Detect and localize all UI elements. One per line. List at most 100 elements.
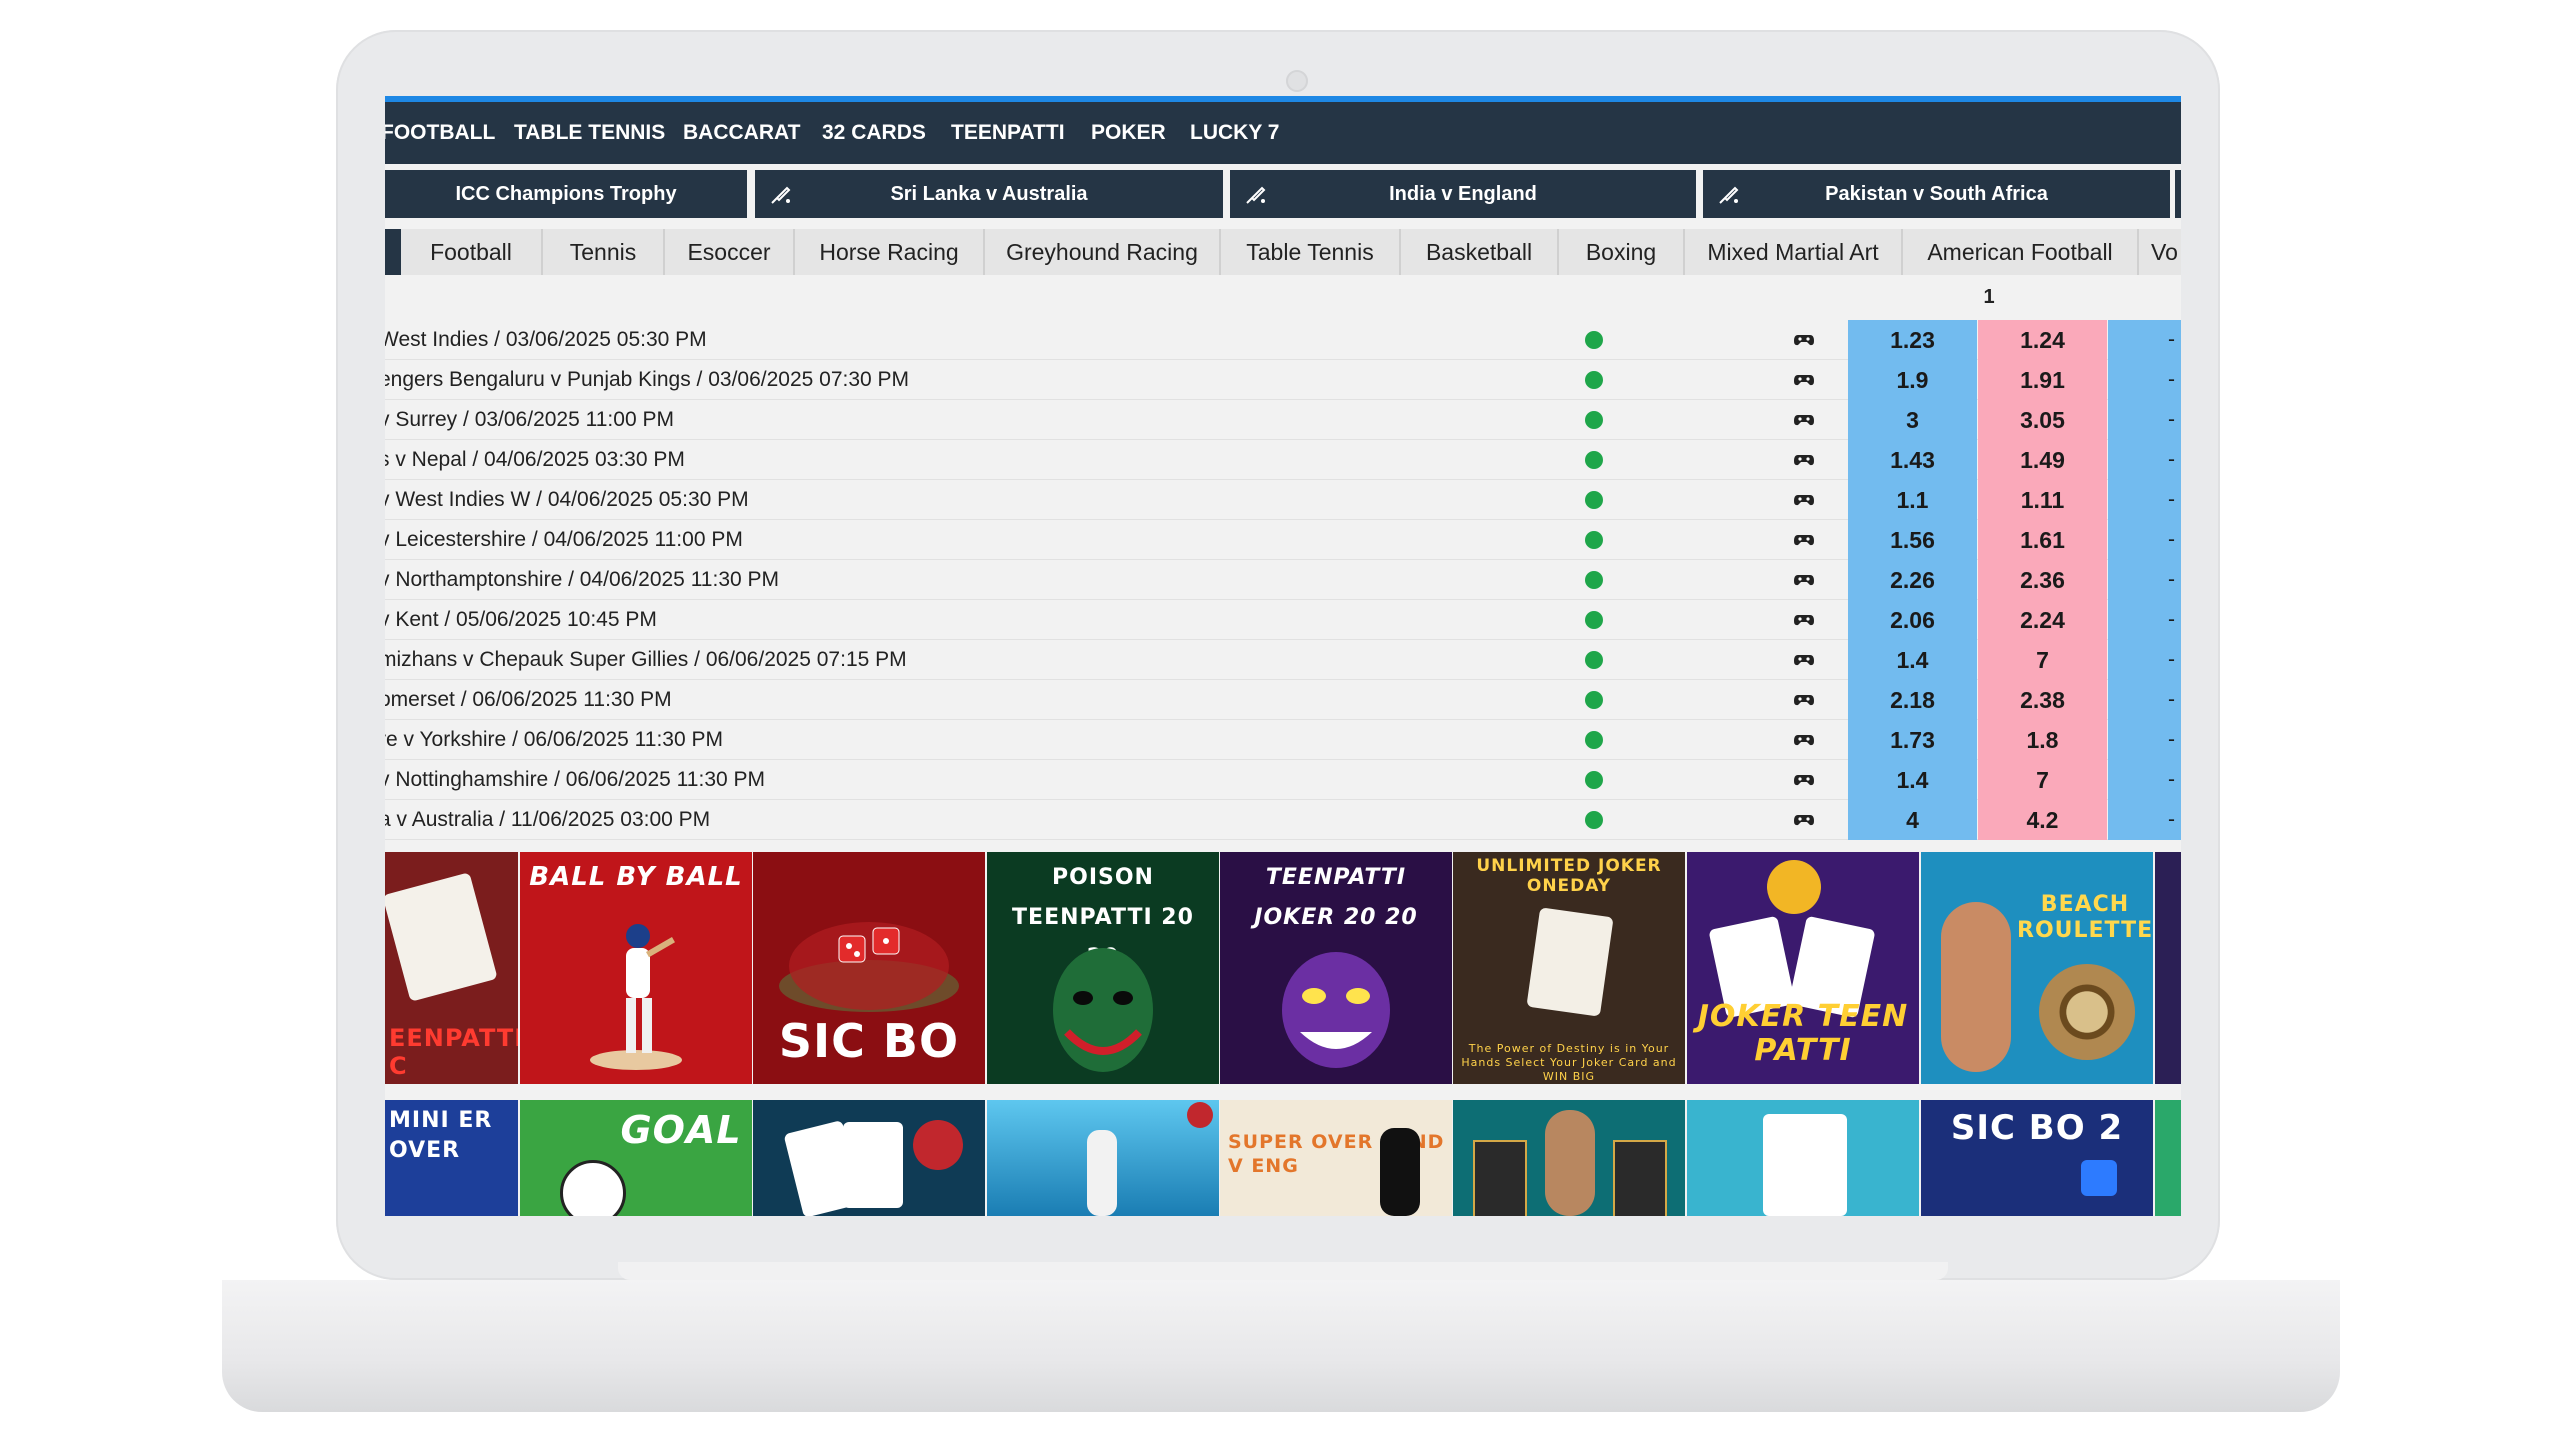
lay-odds[interactable]: 7	[1978, 760, 2107, 800]
lay-odds[interactable]: 1.91	[1978, 360, 2107, 400]
game-tile-sic-bo[interactable]: SIC BO	[753, 852, 985, 1084]
back-odds-x[interactable]: -	[2108, 760, 2181, 800]
back-odds-x[interactable]: -	[2108, 680, 2181, 720]
event-sri-lanka-v-australia[interactable]: Sri Lanka v Australia	[755, 170, 1223, 218]
match-row[interactable]: a v Australia / 11/06/2025 03:00 PM 4 4.…	[385, 800, 2181, 840]
back-odds[interactable]: 3	[1848, 400, 1977, 440]
match-name[interactable]: v Surrey / 03/06/2025 11:00 PM	[385, 400, 674, 440]
lay-odds[interactable]: 2.38	[1978, 680, 2107, 720]
tab-boxing[interactable]: Boxing	[1559, 229, 1685, 275]
nav-table-tennis[interactable]: TABLE TENNIS	[514, 102, 665, 164]
game-tile-teenpatti-joker[interactable]: TEENPATTI JOKER 20 20	[1220, 852, 1452, 1084]
back-odds[interactable]: 2.26	[1848, 560, 1977, 600]
game-tile-mini-superover[interactable]: MINI ER OVER	[385, 1100, 518, 1216]
game-tile-cricket[interactable]	[987, 1100, 1219, 1216]
game-tile-casino-queen[interactable]	[1453, 1100, 1685, 1216]
back-odds-x[interactable]: -	[2108, 720, 2181, 760]
event-more-edge[interactable]	[2175, 170, 2181, 218]
lay-odds[interactable]: 3.05	[1978, 400, 2107, 440]
back-odds-x[interactable]: -	[2108, 600, 2181, 640]
back-odds[interactable]: 1.73	[1848, 720, 1977, 760]
nav-teenpatti[interactable]: TEENPATTI	[951, 102, 1065, 164]
tab-volleyball[interactable]: Vo	[2139, 229, 2181, 275]
lay-odds[interactable]: 2.24	[1978, 600, 2107, 640]
back-odds[interactable]: 1.4	[1848, 760, 1977, 800]
match-row[interactable]: v Nottinghamshire / 06/06/2025 11:30 PM …	[385, 760, 2181, 800]
back-odds-x[interactable]: -	[2108, 440, 2181, 480]
back-odds-x[interactable]: -	[2108, 800, 2181, 840]
back-odds-x[interactable]: -	[2108, 560, 2181, 600]
match-row[interactable]: v Kent / 05/06/2025 10:45 PM 2.06 2.24 -	[385, 600, 2181, 640]
game-tile-teenpatti-c[interactable]: EENPATTI C	[385, 852, 518, 1084]
match-name[interactable]: engers Bengaluru v Punjab Kings / 03/06/…	[385, 360, 909, 400]
back-odds-x[interactable]: -	[2108, 640, 2181, 680]
event-pakistan-v-south-africa[interactable]: Pakistan v South Africa	[1703, 170, 2170, 218]
nav-lucky-7[interactable]: LUCKY 7	[1190, 102, 1279, 164]
back-odds[interactable]: 1.43	[1848, 440, 1977, 480]
lay-odds[interactable]: 4.2	[1978, 800, 2107, 840]
back-odds-x[interactable]: -	[2108, 480, 2181, 520]
match-row[interactable]: v West Indies W / 04/06/2025 05:30 PM 1.…	[385, 480, 2181, 520]
event-icc-champions-trophy[interactable]: ICC Champions Trophy	[385, 170, 747, 218]
match-name[interactable]: v Nottinghamshire / 06/06/2025 11:30 PM	[385, 760, 765, 800]
match-row[interactable]: v Northamptonshire / 04/06/2025 11:30 PM…	[385, 560, 2181, 600]
game-tile-super-over-2[interactable]: SUPER OVER 2 IND V ENG	[1220, 1100, 1452, 1216]
tab-mixed-martial-art[interactable]: Mixed Martial Art	[1685, 229, 1903, 275]
tab-esoccer[interactable]: Esoccer	[665, 229, 795, 275]
nav-32-cards[interactable]: 32 CARDS	[822, 102, 926, 164]
match-row[interactable]: v Leicestershire / 04/06/2025 11:00 PM 1…	[385, 520, 2181, 560]
game-tile-jack-card[interactable]	[1687, 1100, 1919, 1216]
match-row[interactable]: engers Bengaluru v Punjab Kings / 03/06/…	[385, 360, 2181, 400]
back-odds[interactable]: 1.9	[1848, 360, 1977, 400]
lay-odds[interactable]: 1.49	[1978, 440, 2107, 480]
lay-odds[interactable]: 1.24	[1978, 320, 2107, 360]
lay-odds[interactable]: 2.36	[1978, 560, 2107, 600]
game-tile-joker-teen-patti[interactable]: JOKER TEEN PATTI	[1687, 852, 1919, 1084]
match-row[interactable]: mizhans v Chepauk Super Gillies / 06/06/…	[385, 640, 2181, 680]
back-odds[interactable]: 4	[1848, 800, 1977, 840]
match-name[interactable]: West Indies / 03/06/2025 05:30 PM	[385, 320, 707, 360]
match-name[interactable]: v Kent / 05/06/2025 10:45 PM	[385, 600, 657, 640]
lay-odds[interactable]: 1.61	[1978, 520, 2107, 560]
lay-odds[interactable]: 1.11	[1978, 480, 2107, 520]
match-name[interactable]: v West Indies W / 04/06/2025 05:30 PM	[385, 480, 749, 520]
game-tile-cards-casino[interactable]	[753, 1100, 985, 1216]
game-tile-next-partial[interactable]	[2155, 1100, 2181, 1216]
back-odds[interactable]: 2.18	[1848, 680, 1977, 720]
back-odds-x[interactable]: -	[2108, 320, 2181, 360]
tab-tennis[interactable]: Tennis	[543, 229, 665, 275]
nav-baccarat[interactable]: BACCARAT	[683, 102, 800, 164]
match-row[interactable]: West Indies / 03/06/2025 05:30 PM 1.23 1…	[385, 320, 2181, 360]
tab-basketball[interactable]: Basketball	[1401, 229, 1559, 275]
back-odds[interactable]: 2.06	[1848, 600, 1977, 640]
event-india-v-england[interactable]: India v England	[1230, 170, 1696, 218]
match-name[interactable]: v Northamptonshire / 04/06/2025 11:30 PM	[385, 560, 779, 600]
game-tile-poison-teenpatti[interactable]: POISON TEENPATTI 20 20	[987, 852, 1219, 1084]
back-odds[interactable]: 1.4	[1848, 640, 1977, 680]
match-name[interactable]: v Leicestershire / 04/06/2025 11:00 PM	[385, 520, 743, 560]
match-name[interactable]: a v Australia / 11/06/2025 03:00 PM	[385, 800, 710, 840]
back-odds-x[interactable]: -	[2108, 520, 2181, 560]
back-odds-x[interactable]: -	[2108, 360, 2181, 400]
tab-american-football[interactable]: American Football	[1903, 229, 2139, 275]
game-tile-unlimited-joker-oneday[interactable]: UNLIMITED JOKER ONEDAY The Power of Dest…	[1453, 852, 1685, 1084]
match-name[interactable]: s v Nepal / 04/06/2025 03:30 PM	[385, 440, 685, 480]
match-name[interactable]: re v Yorkshire / 06/06/2025 11:30 PM	[385, 720, 723, 760]
back-odds-x[interactable]: -	[2108, 400, 2181, 440]
back-odds[interactable]: 1.1	[1848, 480, 1977, 520]
lay-odds[interactable]: 7	[1978, 640, 2107, 680]
match-row[interactable]: omerset / 06/06/2025 11:30 PM 2.18 2.38 …	[385, 680, 2181, 720]
nav-football[interactable]: FOOTBALL	[385, 102, 495, 164]
game-tile-ball-by-ball[interactable]: BALL BY BALL	[520, 852, 752, 1084]
match-row[interactable]: re v Yorkshire / 06/06/2025 11:30 PM 1.7…	[385, 720, 2181, 760]
back-odds[interactable]: 1.56	[1848, 520, 1977, 560]
game-tile-sic-bo-2[interactable]: SIC BO 2	[1921, 1100, 2153, 1216]
game-tile-beach-roulette[interactable]: BEACH ROULETTE	[1921, 852, 2153, 1084]
tab-greyhound-racing[interactable]: Greyhound Racing	[985, 229, 1221, 275]
lay-odds[interactable]: 1.8	[1978, 720, 2107, 760]
match-row[interactable]: s v Nepal / 04/06/2025 03:30 PM 1.43 1.4…	[385, 440, 2181, 480]
match-row[interactable]: v Surrey / 03/06/2025 11:00 PM 3 3.05 -	[385, 400, 2181, 440]
tab-football[interactable]: Football	[401, 229, 543, 275]
game-tile-next-partial[interactable]	[2155, 852, 2181, 1084]
match-name[interactable]: mizhans v Chepauk Super Gillies / 06/06/…	[385, 640, 907, 680]
